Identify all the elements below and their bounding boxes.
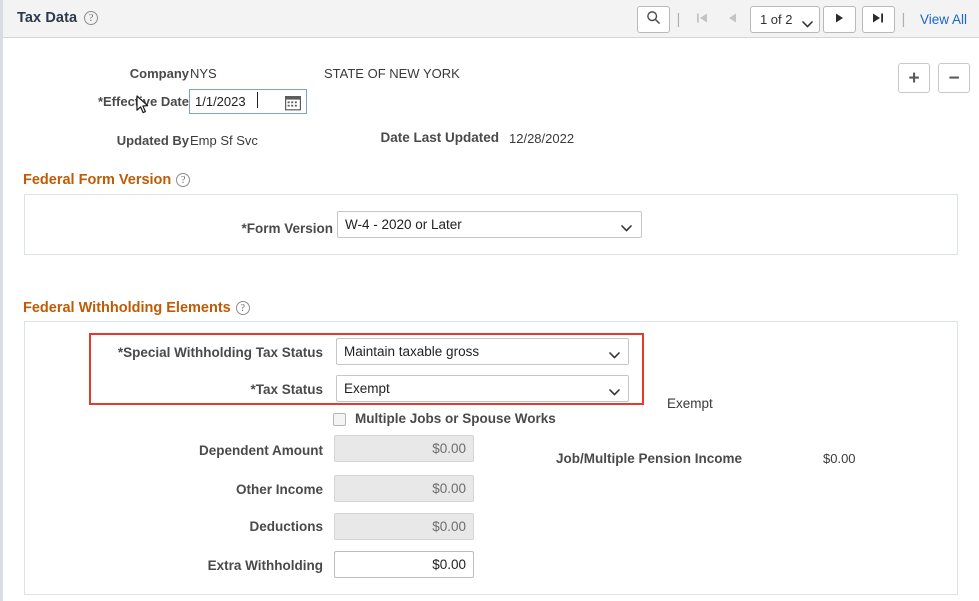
dependent-amount-input (334, 435, 474, 462)
first-page-button[interactable] (687, 6, 717, 33)
calendar-icon[interactable] (285, 95, 302, 114)
updated-by-value: Emp Sf Svc (190, 133, 258, 148)
pension-income-value: $0.00 (823, 451, 856, 466)
page-indicator-wrap: 1 of 2 (749, 5, 820, 33)
other-income-input (334, 475, 474, 502)
text-caret (257, 92, 258, 108)
company-value: NYS (190, 66, 217, 81)
add-row-label: + (908, 67, 920, 89)
multiple-jobs-checkbox[interactable] (333, 413, 346, 426)
last-page-icon (871, 11, 885, 28)
multiple-jobs-label[interactable]: Multiple Jobs or Spouse Works (355, 411, 556, 426)
previous-page-button[interactable] (717, 6, 747, 33)
toolbar-separator-right: | (901, 10, 906, 28)
view-all-link[interactable]: View All (920, 12, 967, 27)
date-last-updated-value: 12/28/2022 (509, 131, 575, 146)
page-title-text: Tax Data (17, 10, 78, 26)
effective-date-value: 1/1/2023 (195, 94, 246, 109)
search-icon (646, 10, 661, 28)
federal-form-version-heading: Federal Form Version? (23, 172, 191, 188)
company-description: STATE OF NEW YORK (324, 66, 460, 81)
extra-withholding-input[interactable] (334, 551, 474, 578)
federal-withholding-elements-heading-text: Federal Withholding Elements (23, 300, 231, 316)
delete-row-label: − (948, 67, 960, 89)
previous-page-icon (725, 11, 739, 28)
deductions-label: Deductions (249, 519, 323, 534)
dependent-amount-label: Dependent Amount (199, 443, 323, 458)
form-version-label: *Form Version (241, 221, 333, 236)
help-icon[interactable]: ? (176, 173, 191, 187)
federal-withholding-elements-heading: Federal Withholding Elements? (23, 300, 250, 316)
search-button[interactable] (636, 5, 670, 33)
page-header-bar: Tax Data? | 1 of 2 | View All (3, 0, 979, 38)
federal-form-version-heading-text: Federal Form Version (23, 172, 172, 188)
special-withholding-tax-status-label: *Special Withholding Tax Status (117, 345, 323, 360)
tax-status-label: *Tax Status (250, 382, 323, 397)
other-income-label: Other Income (235, 482, 323, 497)
exempt-status-text: Exempt (667, 396, 713, 411)
deductions-input (334, 513, 474, 540)
first-page-icon (695, 11, 709, 28)
next-page-button[interactable] (822, 5, 856, 33)
tax-status-select[interactable]: Exempt (336, 375, 629, 402)
delete-row-button[interactable]: − (938, 63, 970, 93)
add-row-button[interactable]: + (898, 63, 930, 93)
effective-date-label: *Effective Date (97, 94, 189, 109)
last-page-button[interactable] (861, 5, 895, 33)
company-label: Company (129, 66, 189, 81)
date-last-updated-label: Date Last Updated (380, 130, 499, 145)
row-action-buttons: + − (898, 63, 970, 93)
pension-income-label: Job/Multiple Pension Income (556, 451, 743, 466)
page-title: Tax Data? (17, 10, 99, 26)
tax-data-page: Tax Data? | 1 of 2 | View All Company NY… (0, 0, 979, 601)
help-icon[interactable]: ? (84, 11, 99, 25)
help-icon[interactable]: ? (235, 301, 250, 315)
next-page-icon (832, 11, 846, 28)
updated-by-label: Updated By (116, 133, 189, 148)
record-navigation-toolbar: | 1 of 2 | View All (636, 0, 973, 38)
extra-withholding-label: Extra Withholding (207, 558, 323, 573)
toolbar-separator-left: | (676, 10, 681, 28)
form-version-select[interactable]: W-4 - 2020 or Later (337, 211, 642, 238)
page-indicator-select[interactable]: 1 of 2 (749, 5, 820, 33)
special-withholding-tax-status-select[interactable]: Maintain taxable gross (336, 338, 629, 365)
